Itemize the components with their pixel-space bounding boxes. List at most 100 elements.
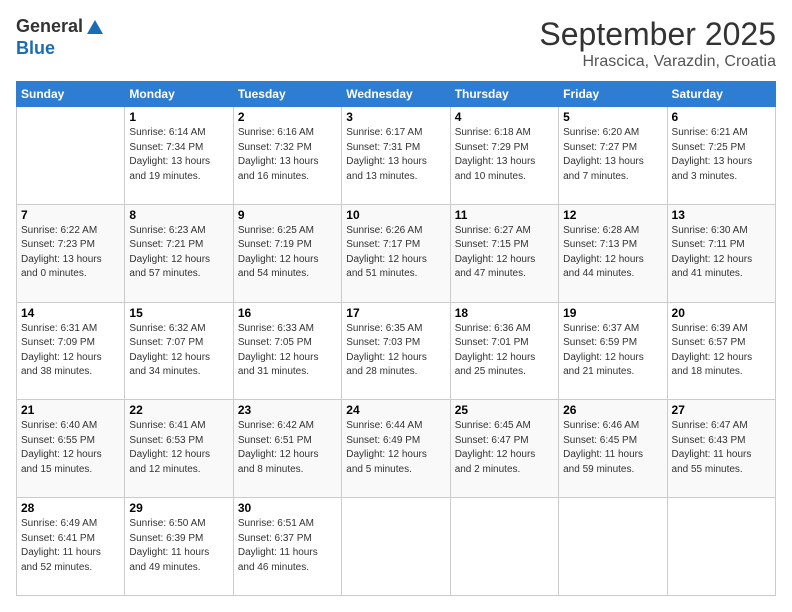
day-info: Sunrise: 6:14 AM Sunset: 7:34 PM Dayligh… [129, 126, 228, 184]
day-number: 1 [129, 110, 228, 124]
col-friday: Friday [559, 82, 667, 107]
table-row [450, 498, 558, 596]
day-number: 7 [21, 208, 120, 222]
day-number: 30 [238, 501, 337, 515]
table-row [342, 498, 450, 596]
table-row: 17 Sunrise: 6:35 AM Sunset: 7:03 PM Dayli… [342, 302, 450, 400]
day-info: Sunrise: 6:41 AM Sunset: 6:53 PM Dayligh… [129, 419, 228, 477]
day-info: Sunrise: 6:36 AM Sunset: 7:01 PM Dayligh… [455, 322, 554, 380]
table-row: 3 Sunrise: 6:17 AM Sunset: 7:31 PM Daylig… [342, 107, 450, 205]
day-info: Sunrise: 6:25 AM Sunset: 7:19 PM Dayligh… [238, 224, 337, 282]
day-info: Sunrise: 6:45 AM Sunset: 6:47 PM Dayligh… [455, 419, 554, 477]
table-row: 26 Sunrise: 6:46 AM Sunset: 6:45 PM Dayli… [559, 400, 667, 498]
day-info: Sunrise: 6:22 AM Sunset: 7:23 PM Dayligh… [21, 224, 120, 282]
day-number: 5 [563, 110, 662, 124]
table-row: 29 Sunrise: 6:50 AM Sunset: 6:39 PM Dayli… [125, 498, 233, 596]
day-number: 2 [238, 110, 337, 124]
day-info: Sunrise: 6:40 AM Sunset: 6:55 PM Dayligh… [21, 419, 120, 477]
table-row: 16 Sunrise: 6:33 AM Sunset: 7:05 PM Dayli… [233, 302, 341, 400]
day-number: 11 [455, 208, 554, 222]
table-row: 7 Sunrise: 6:22 AM Sunset: 7:23 PM Daylig… [17, 204, 125, 302]
calendar-table: Sunday Monday Tuesday Wednesday Thursday… [16, 81, 776, 596]
col-saturday: Saturday [667, 82, 775, 107]
day-info: Sunrise: 6:33 AM Sunset: 7:05 PM Dayligh… [238, 322, 337, 380]
table-row: 19Sunrise: 6:37 AM Sunset: 6:59 PM Dayli… [559, 302, 667, 400]
calendar-week-row: 1 Sunrise: 6:14 AM Sunset: 7:34 PM Daylig… [17, 107, 776, 205]
day-info: Sunrise: 6:47 AM Sunset: 6:43 PM Dayligh… [672, 419, 771, 477]
table-row: 5 Sunrise: 6:20 AM Sunset: 7:27 PM Daylig… [559, 107, 667, 205]
day-info: Sunrise: 6:30 AM Sunset: 7:11 PM Dayligh… [672, 224, 771, 282]
day-number: 26 [563, 403, 662, 417]
logo-blue: Blue [16, 38, 107, 59]
day-info: Sunrise: 6:18 AM Sunset: 7:29 PM Dayligh… [455, 126, 554, 184]
logo: General Blue [16, 16, 107, 59]
calendar-week-row: 28Sunrise: 6:49 AM Sunset: 6:41 PM Dayli… [17, 498, 776, 596]
day-number: 8 [129, 208, 228, 222]
col-wednesday: Wednesday [342, 82, 450, 107]
day-number: 18 [455, 306, 554, 320]
day-number: 19 [563, 306, 662, 320]
day-number: 27 [672, 403, 771, 417]
day-number: 20 [672, 306, 771, 320]
day-number: 4 [455, 110, 554, 124]
day-number: 6 [672, 110, 771, 124]
title-area: September 2025 Hrascica, Varazdin, Croat… [539, 16, 776, 71]
table-row: 27 Sunrise: 6:47 AM Sunset: 6:43 PM Dayli… [667, 400, 775, 498]
day-number: 3 [346, 110, 445, 124]
day-number: 23 [238, 403, 337, 417]
day-number: 10 [346, 208, 445, 222]
table-row: 11 Sunrise: 6:27 AM Sunset: 7:15 PM Dayli… [450, 204, 558, 302]
day-number: 14 [21, 306, 120, 320]
day-number: 13 [672, 208, 771, 222]
day-number: 12 [563, 208, 662, 222]
calendar-week-row: 14 Sunrise: 6:31 AM Sunset: 7:09 PM Dayli… [17, 302, 776, 400]
day-info: Sunrise: 6:23 AM Sunset: 7:21 PM Dayligh… [129, 224, 228, 282]
table-row: 23 Sunrise: 6:42 AM Sunset: 6:51 PM Dayli… [233, 400, 341, 498]
day-number: 17 [346, 306, 445, 320]
day-info: Sunrise: 6:26 AM Sunset: 7:17 PM Dayligh… [346, 224, 445, 282]
day-info: Sunrise: 6:21 AM Sunset: 7:25 PM Dayligh… [672, 126, 771, 184]
table-row: 2Sunrise: 6:16 AM Sunset: 7:32 PM Daylig… [233, 107, 341, 205]
location-title: Hrascica, Varazdin, Croatia [539, 53, 776, 71]
page: General Blue September 2025 Hrascica, Va… [0, 0, 792, 612]
table-row: 10 Sunrise: 6:26 AM Sunset: 7:17 PM Dayli… [342, 204, 450, 302]
day-number: 25 [455, 403, 554, 417]
day-info: Sunrise: 6:31 AM Sunset: 7:09 PM Dayligh… [21, 322, 120, 380]
col-tuesday: Tuesday [233, 82, 341, 107]
table-row: 25 Sunrise: 6:45 AM Sunset: 6:47 PM Dayli… [450, 400, 558, 498]
col-thursday: Thursday [450, 82, 558, 107]
day-info: Sunrise: 6:50 AM Sunset: 6:39 PM Dayligh… [129, 517, 228, 575]
day-number: 29 [129, 501, 228, 515]
day-info: Sunrise: 6:44 AM Sunset: 6:49 PM Dayligh… [346, 419, 445, 477]
day-info: Sunrise: 6:39 AM Sunset: 6:57 PM Dayligh… [672, 322, 771, 380]
calendar-week-row: 7 Sunrise: 6:22 AM Sunset: 7:23 PM Daylig… [17, 204, 776, 302]
table-row [17, 107, 125, 205]
table-row: 4 Sunrise: 6:18 AM Sunset: 7:29 PM Daylig… [450, 107, 558, 205]
day-number: 21 [21, 403, 120, 417]
day-info: Sunrise: 6:35 AM Sunset: 7:03 PM Dayligh… [346, 322, 445, 380]
day-info: Sunrise: 6:49 AM Sunset: 6:41 PM Dayligh… [21, 517, 120, 575]
table-row: 20 Sunrise: 6:39 AM Sunset: 6:57 PM Dayli… [667, 302, 775, 400]
day-number: 16 [238, 306, 337, 320]
day-info: Sunrise: 6:27 AM Sunset: 7:15 PM Dayligh… [455, 224, 554, 282]
logo-text: General Blue [16, 16, 107, 59]
col-monday: Monday [125, 82, 233, 107]
day-number: 24 [346, 403, 445, 417]
calendar-week-row: 21 Sunrise: 6:40 AM Sunset: 6:55 PM Dayli… [17, 400, 776, 498]
day-info: Sunrise: 6:28 AM Sunset: 7:13 PM Dayligh… [563, 224, 662, 282]
day-info: Sunrise: 6:20 AM Sunset: 7:27 PM Dayligh… [563, 126, 662, 184]
day-info: Sunrise: 6:42 AM Sunset: 6:51 PM Dayligh… [238, 419, 337, 477]
table-row: 21 Sunrise: 6:40 AM Sunset: 6:55 PM Dayli… [17, 400, 125, 498]
day-info: Sunrise: 6:32 AM Sunset: 7:07 PM Dayligh… [129, 322, 228, 380]
day-number: 9 [238, 208, 337, 222]
logo-general: General [16, 16, 83, 38]
table-row: 30Sunrise: 6:51 AM Sunset: 6:37 PM Dayli… [233, 498, 341, 596]
month-title: September 2025 [539, 16, 776, 53]
day-info: Sunrise: 6:17 AM Sunset: 7:31 PM Dayligh… [346, 126, 445, 184]
table-row: 9 Sunrise: 6:25 AM Sunset: 7:19 PM Daylig… [233, 204, 341, 302]
table-row: 13 Sunrise: 6:30 AM Sunset: 7:11 PM Dayli… [667, 204, 775, 302]
day-info: Sunrise: 6:46 AM Sunset: 6:45 PM Dayligh… [563, 419, 662, 477]
table-row: 12 Sunrise: 6:28 AM Sunset: 7:13 PM Dayli… [559, 204, 667, 302]
calendar-header-row: Sunday Monday Tuesday Wednesday Thursday… [17, 82, 776, 107]
table-row: 24 Sunrise: 6:44 AM Sunset: 6:49 PM Dayli… [342, 400, 450, 498]
